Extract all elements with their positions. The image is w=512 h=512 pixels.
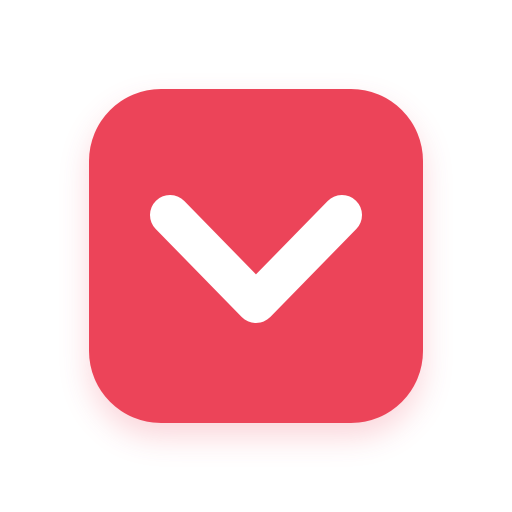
chevron-down-icon (150, 195, 362, 323)
app-icon-canvas (0, 0, 512, 512)
